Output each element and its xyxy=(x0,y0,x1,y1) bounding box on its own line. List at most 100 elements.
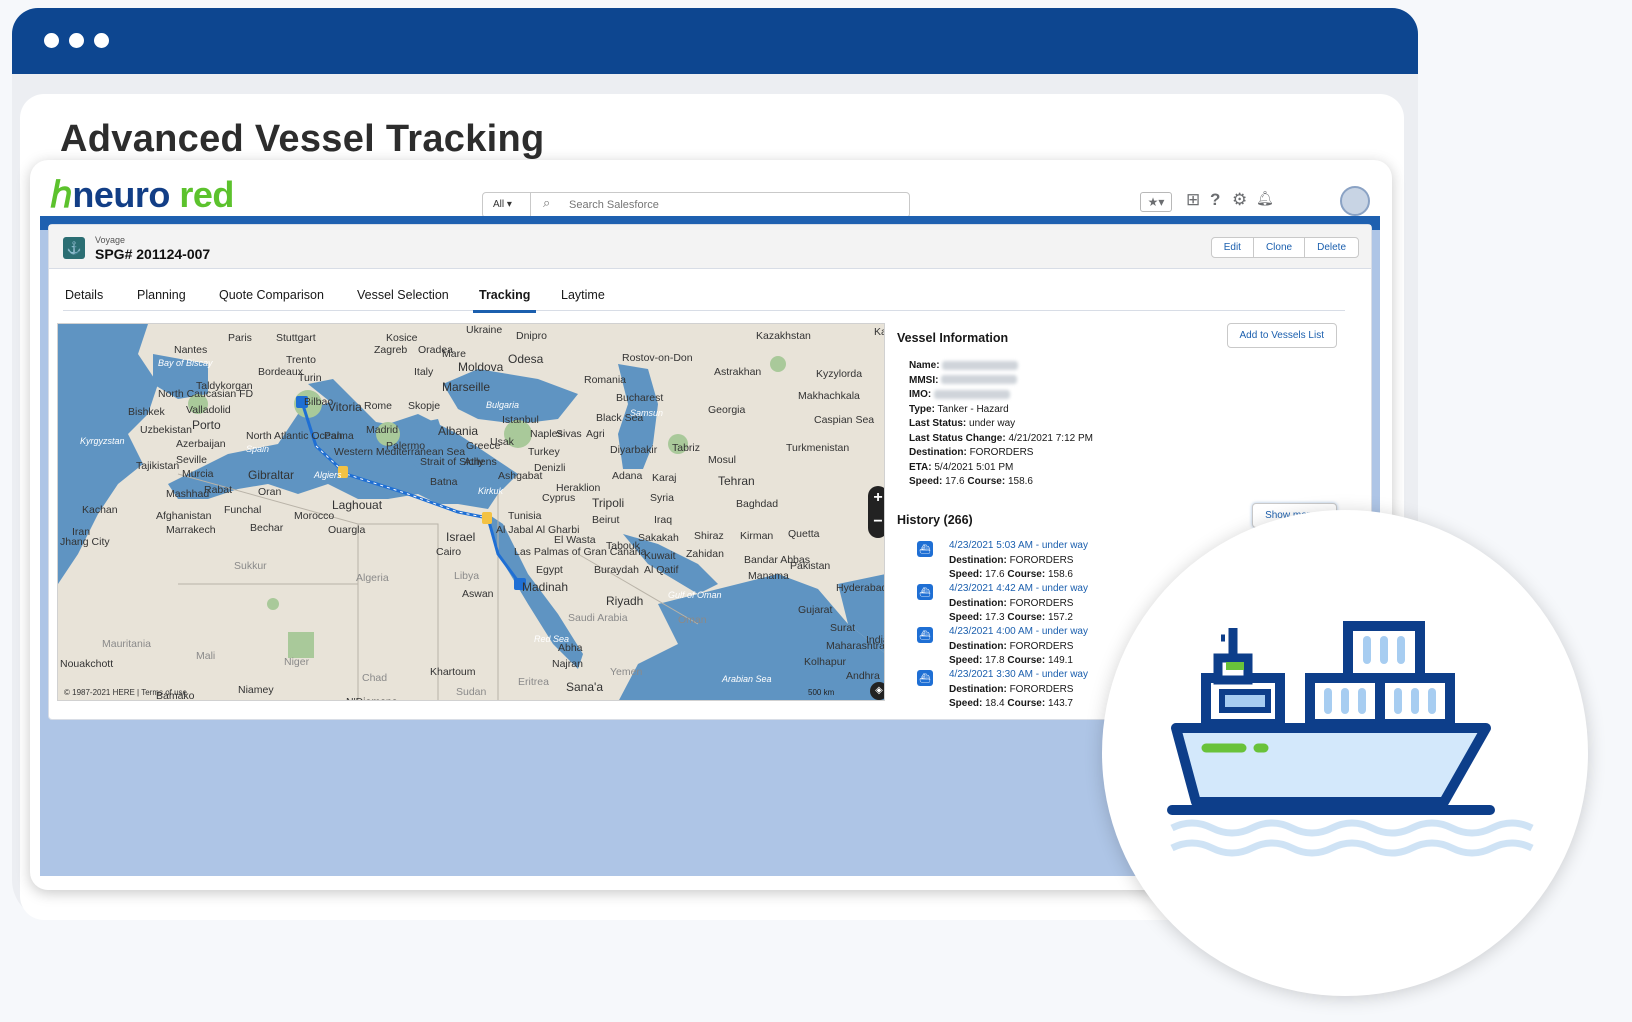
map-label: Gulf of Oman xyxy=(668,590,722,600)
clone-button[interactable]: Clone xyxy=(1254,238,1306,257)
map-label: Mosul xyxy=(708,454,737,466)
map-label: Niamey xyxy=(238,684,274,696)
map-label: Zahidan xyxy=(686,548,724,560)
field-speed-course: Speed: 17.6 Course: 158.6 xyxy=(909,476,1033,487)
window-dot-2-icon xyxy=(69,33,84,48)
map-label: Tajikistan xyxy=(136,460,180,472)
map-label: Yemen xyxy=(610,666,643,678)
ship-badge xyxy=(1102,510,1588,996)
window-dot-3-icon xyxy=(94,33,109,48)
search-scope-select[interactable]: All ▾ xyxy=(483,193,531,217)
map-label: Eritrea xyxy=(518,676,549,688)
map-label: Buraydah xyxy=(594,564,639,576)
map-label: Iraq xyxy=(654,514,673,526)
map-label: Kuwait xyxy=(644,550,676,562)
page-title: Advanced Vessel Tracking xyxy=(60,118,545,160)
add-to-vessels-list-button[interactable]: Add to Vessels List xyxy=(1226,323,1337,348)
map-label: El Wasta xyxy=(554,534,596,546)
record-title: SPG# 201124-007 xyxy=(95,246,211,262)
history-link[interactable]: 4/23/2021 4:00 AM - under way xyxy=(949,625,1088,640)
map-label: Sukkur xyxy=(234,560,267,572)
map-label: Kosice xyxy=(386,332,418,344)
map-label: Tabriz xyxy=(672,442,701,454)
history-link[interactable]: 4/23/2021 5:03 AM - under way xyxy=(949,539,1088,554)
favorites-button[interactable]: ★▾ xyxy=(1140,192,1172,212)
map-label: Hyderabad xyxy=(836,582,885,594)
map-label: Nantes xyxy=(174,344,208,356)
map-label: Kirkuk xyxy=(478,486,504,496)
zoom-in-button[interactable]: + xyxy=(868,486,884,510)
field-destination: Destination: FORORDERS xyxy=(909,447,1034,458)
map-label: Tehran xyxy=(718,474,755,488)
map-label: Paris xyxy=(228,332,252,344)
map-label: Palma xyxy=(324,430,354,442)
map-label: Afghanistan xyxy=(156,510,212,522)
map-label: Albania xyxy=(438,424,479,438)
map-label: Ka xyxy=(874,326,884,338)
search-input[interactable] xyxy=(569,193,889,217)
map-label: Astrakhan xyxy=(714,366,762,378)
avatar[interactable] xyxy=(1340,186,1370,216)
history-link[interactable]: 4/23/2021 3:30 AM - under way xyxy=(949,668,1088,683)
map-label: Caspian Sea xyxy=(814,414,875,426)
map-label: Cyprus xyxy=(542,492,576,504)
tab-tracking[interactable]: Tracking xyxy=(472,288,537,313)
map-label: Kirman xyxy=(740,530,774,542)
logo-text-accent: red xyxy=(169,174,234,215)
map-label: Moldova xyxy=(458,360,504,374)
map-label: Sivas xyxy=(556,428,582,440)
history-link[interactable]: 4/23/2021 4:42 AM - under way xyxy=(949,582,1088,597)
logo-mark-icon: ℎ xyxy=(50,174,73,215)
map-label: Kolhapur xyxy=(804,656,847,668)
map-label: Kyzylorda xyxy=(816,368,863,380)
map-label: Al Qatif xyxy=(644,564,679,576)
map-label: Uzbekistan xyxy=(140,424,192,436)
zoom-control: + − xyxy=(868,486,884,538)
map-copyright[interactable]: © 1987-2021 HERE | Terms of use xyxy=(64,688,187,697)
map-label: Kyrgyzstan xyxy=(80,436,125,446)
map-label: Najran xyxy=(552,658,583,670)
tab-quote-comparison[interactable]: Quote Comparison xyxy=(219,288,324,302)
ship-status-icon: ⛴︎ xyxy=(917,627,933,643)
map-label: Mashhad xyxy=(166,488,210,500)
layers-icon[interactable]: ◈ xyxy=(870,682,884,700)
map-label: Bishkek xyxy=(128,406,165,418)
map-label: Turin xyxy=(298,372,322,384)
map-label: Kachan xyxy=(82,504,118,516)
map-label: Azerbaijan xyxy=(176,438,226,450)
tab-details[interactable]: Details xyxy=(65,288,103,302)
map-label: Odesa xyxy=(508,352,544,366)
map-label: Turkey xyxy=(528,446,560,458)
map-label: Stuttgart xyxy=(276,332,316,344)
map-label: Seville xyxy=(176,454,207,466)
map-label: Oman xyxy=(678,614,707,626)
map-scale: 500 km xyxy=(808,688,835,697)
ship-status-icon: ⛴︎ xyxy=(917,541,933,557)
edit-button[interactable]: Edit xyxy=(1212,238,1254,257)
map-label: Marseille xyxy=(442,380,491,394)
map-label: Turkmenistan xyxy=(786,442,850,454)
vessel-fields: Name: MMSI: IMO: Type: Tanker - Hazard L… xyxy=(909,359,1093,490)
map-label: Sudan xyxy=(456,686,487,698)
field-name: Name: xyxy=(909,359,1093,374)
map-label: Khartoum xyxy=(430,666,476,678)
tab-planning[interactable]: Planning xyxy=(137,288,186,302)
record-actions: Edit Clone Delete xyxy=(1210,237,1359,258)
field-eta: ETA: 5/4/2021 5:01 PM xyxy=(909,461,1014,473)
delete-button[interactable]: Delete xyxy=(1305,238,1358,257)
map-label: Gibraltar xyxy=(248,468,295,482)
map-label: Palermo xyxy=(386,440,426,452)
tab-laytime[interactable]: Laytime xyxy=(561,288,605,302)
zoom-out-button[interactable]: − xyxy=(868,510,884,534)
search-scope-label: All xyxy=(493,199,505,210)
ship-status-icon: ⛴︎ xyxy=(917,670,933,686)
field-last-status-change: Last Status Change: 4/21/2021 7:12 PM xyxy=(909,432,1093,444)
record-header: ⚓ Voyage SPG# 201124-007 Edit Clone Dele… xyxy=(49,225,1371,269)
field-imo: IMO: xyxy=(909,388,1093,403)
tracking-map[interactable]: Nantes Paris Stuttgart Kosice Ukraine Dnipro K… xyxy=(57,323,885,701)
tab-vessel-selection[interactable]: Vessel Selection xyxy=(357,288,449,302)
map-label: Jhang City xyxy=(60,536,110,548)
map-label: Bucharest xyxy=(616,392,664,404)
browser-titlebar xyxy=(12,8,1418,74)
map-label: Mare xyxy=(442,348,466,360)
